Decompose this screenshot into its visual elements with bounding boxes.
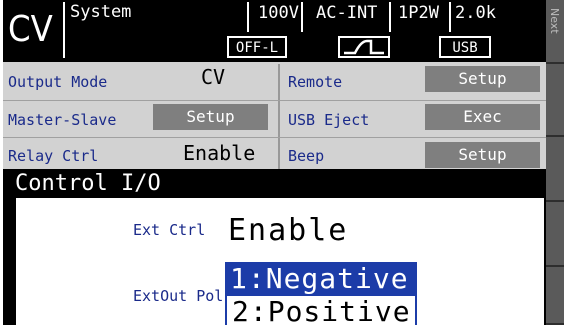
mode-indicator: CV <box>8 9 53 50</box>
menu-title: System <box>70 2 132 22</box>
usb-eject-label: USB Eject <box>288 111 370 129</box>
sidebar-segment[interactable] <box>546 267 564 325</box>
next-tab-label: Next <box>548 8 561 34</box>
output-mode-label: Output Mode <box>8 73 108 91</box>
output-mode-value[interactable]: CV <box>201 66 225 88</box>
off-level-badge: OFF-L <box>227 36 287 58</box>
status-header: CV System 100V AC-INT 1P2W 2.0k OFF-L US… <box>3 0 546 62</box>
remote-setup-button[interactable]: Setup <box>425 66 540 92</box>
header-divider <box>389 2 391 32</box>
sidebar-segment[interactable] <box>546 64 564 137</box>
header-divider <box>449 2 451 32</box>
beep-setup-button[interactable]: Setup <box>425 142 540 168</box>
sidebar-segment[interactable] <box>546 202 564 267</box>
next-tab-strip[interactable]: Next <box>546 0 564 325</box>
phase-wiring: 1P2W <box>398 3 439 23</box>
option-positive[interactable]: 2:Positive <box>225 296 417 325</box>
row-divider <box>3 100 546 101</box>
header-divider <box>301 2 303 32</box>
usb-badge: USB <box>439 36 491 58</box>
column-divider <box>278 64 280 169</box>
option-negative[interactable]: 1:Negative <box>225 262 417 296</box>
waveform-badge <box>338 36 390 58</box>
instrument-screen: CV System 100V AC-INT 1P2W 2.0k OFF-L US… <box>3 0 546 325</box>
master-slave-setup-button[interactable]: Setup <box>153 104 268 130</box>
step-waveform-icon <box>344 39 384 55</box>
sidebar-segment[interactable]: Next <box>546 0 564 64</box>
relay-ctrl-label: Relay Ctrl <box>8 147 99 165</box>
extout-pol-label: ExtOut Pol <box>133 287 224 305</box>
sidebar-segment[interactable] <box>546 137 564 202</box>
row-divider <box>3 137 546 138</box>
header-divider <box>63 2 65 58</box>
dialog-title: Control I/O <box>3 169 546 198</box>
relay-ctrl-value[interactable]: Enable <box>183 142 255 164</box>
beep-label: Beep <box>288 147 325 165</box>
ext-ctrl-label: Ext Ctrl <box>133 221 206 239</box>
voltage-range: 100V <box>258 3 299 23</box>
usb-eject-exec-button[interactable]: Exec <box>425 104 540 130</box>
power-capacity: 2.0k <box>455 3 496 23</box>
remote-label: Remote <box>288 73 343 91</box>
master-slave-label: Master-Slave <box>8 111 117 129</box>
ext-ctrl-value[interactable]: Enable <box>228 213 348 248</box>
header-divider <box>247 2 249 32</box>
signal-source: AC-INT <box>316 3 378 23</box>
